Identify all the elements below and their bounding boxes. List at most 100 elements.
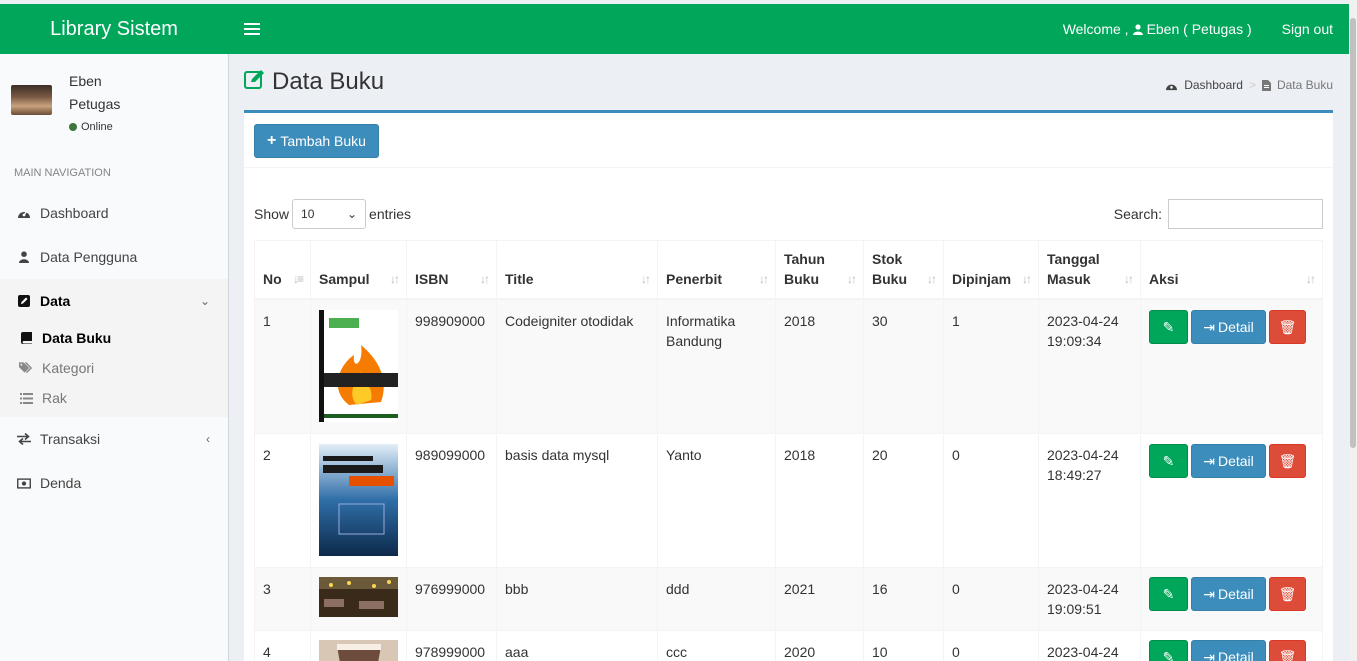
- cell-no: 1: [254, 298, 311, 434]
- page-scrollbar[interactable]: [1349, 0, 1357, 661]
- col-dipinjam[interactable]: Dipinjam ↓↑: [943, 240, 1039, 300]
- sort-icon: ↓↑: [927, 272, 937, 286]
- col-sampul[interactable]: Sampul ↓↑: [310, 240, 407, 300]
- add-book-button[interactable]: + Tambah Buku: [254, 124, 379, 158]
- delete-button[interactable]: 🗑: [1269, 310, 1306, 344]
- detail-button[interactable]: ⇥ Detail: [1191, 310, 1266, 344]
- sidebar-item-denda[interactable]: Denda: [0, 461, 228, 505]
- breadcrumb-separator: >: [1248, 78, 1256, 92]
- content-wrapper: Data Buku Dashboard > Data Buku + Tambah…: [229, 54, 1349, 661]
- cell-dipinjam: 0: [943, 630, 1039, 661]
- edit-button[interactable]: ✎: [1149, 444, 1188, 478]
- sort-icon: ↓↑: [1022, 272, 1032, 286]
- sort-icon: ↓↑: [390, 272, 400, 286]
- book-cover-image: [319, 310, 398, 422]
- sidebar-item-label: Data Pengguna: [40, 249, 138, 265]
- table-header-row: No ↓≡ Sampul ↓↑ ISBN ↓↑ Title ↓↑ Penerbit ↓↑ …: [254, 240, 1323, 300]
- col-aksi[interactable]: Aksi ↓↑: [1140, 240, 1323, 300]
- cell-no: 3: [254, 567, 311, 631]
- edit-icon: [17, 294, 31, 308]
- col-tahun-buku[interactable]: Tahun Buku ↓↑: [775, 240, 864, 300]
- sidebar-item-kategori[interactable]: Kategori: [0, 353, 228, 383]
- sidebar-item-data-buku[interactable]: Data Buku: [0, 323, 228, 353]
- sidebar-item-rak[interactable]: Rak: [0, 383, 228, 413]
- sort-icon: ↓↑: [1306, 272, 1316, 286]
- col-tanggal-masuk[interactable]: Tanggal Masuk ↓↑: [1038, 240, 1141, 300]
- sidebar-item-label: Data: [40, 293, 71, 309]
- book-icon: [19, 332, 33, 344]
- delete-button[interactable]: 🗑: [1269, 640, 1306, 661]
- app-logo[interactable]: Library Sistem: [0, 18, 228, 41]
- cell-title: aaa: [496, 630, 658, 661]
- user-menu[interactable]: Welcome , Eben ( Petugas ): [1063, 21, 1252, 37]
- edit-icon: [244, 69, 266, 95]
- sidebar-item-dashboard[interactable]: Dashboard: [0, 191, 228, 235]
- entries-select[interactable]: 10 ⌄: [292, 199, 367, 229]
- cell-sampul: [310, 433, 407, 568]
- edit-icon: ✎: [1162, 319, 1175, 335]
- trash-icon: 🗑: [1278, 453, 1297, 469]
- col-title[interactable]: Title ↓↑: [496, 240, 658, 300]
- detail-button[interactable]: ⇥ Detail: [1191, 640, 1266, 661]
- sort-icon: ↓↑: [641, 272, 651, 286]
- cell-no: 4: [254, 630, 311, 661]
- book-cover-image: [319, 444, 398, 556]
- sign-out-link[interactable]: Sign out: [1282, 21, 1333, 37]
- cell-tanggal: 2023-04-24 19:09:34: [1038, 298, 1141, 434]
- edit-button[interactable]: ✎: [1149, 640, 1188, 661]
- sidebar-subitem-label: Rak: [42, 390, 67, 406]
- add-book-label: Tambah Buku: [280, 133, 366, 149]
- money-icon: [17, 476, 31, 490]
- online-dot-icon: [69, 123, 77, 131]
- col-stok-buku[interactable]: Stok Buku ↓↑: [863, 240, 944, 300]
- page-title-text: Data Buku: [272, 68, 385, 95]
- sidebar-toggle-icon[interactable]: [244, 23, 260, 35]
- edit-button[interactable]: ✎: [1149, 577, 1188, 611]
- cell-isbn: 989099000: [406, 433, 497, 568]
- delete-button[interactable]: 🗑: [1269, 577, 1306, 611]
- entries-label: entries: [369, 206, 412, 222]
- cell-title: basis data mysql: [496, 433, 658, 568]
- table-row: 1 998909000 Codeigniter otodidak Informa…: [254, 298, 1323, 434]
- sign-in-icon: ⇥: [1203, 319, 1215, 335]
- table-row: 3 976999000 bbb ddd 2021 16 0 2023-04-24…: [254, 567, 1323, 631]
- cell-tahun: 2020: [775, 630, 864, 661]
- detail-button[interactable]: ⇥ Detail: [1191, 444, 1266, 478]
- scrollbar-thumb[interactable]: [1350, 18, 1356, 448]
- cell-penerbit: ddd: [657, 567, 776, 631]
- sidebar-item-label: Transaksi: [40, 431, 101, 447]
- cell-aksi: ✎ ⇥ Detail 🗑: [1140, 298, 1323, 434]
- user-role: Petugas: [69, 96, 121, 112]
- sidebar-menu: Dashboard Data Pengguna Data ⌄ Data Buku: [0, 191, 228, 505]
- cell-aksi: ✎ ⇥ Detail 🗑: [1140, 630, 1323, 661]
- tags-icon: [19, 362, 33, 374]
- dashboard-icon: [1166, 84, 1178, 90]
- sidebar-item-transaksi[interactable]: Transaksi ‹: [0, 417, 228, 461]
- sidebar-item-data-pengguna[interactable]: Data Pengguna: [0, 235, 228, 279]
- breadcrumb-dashboard[interactable]: Dashboard: [1184, 78, 1243, 92]
- table-row: 2 989099000 basis data mysql Yanto 2018 …: [254, 433, 1323, 568]
- nav-header: MAIN NAVIGATION: [14, 167, 111, 179]
- edit-button[interactable]: ✎: [1149, 310, 1188, 344]
- sign-in-icon: ⇥: [1203, 586, 1215, 602]
- user-icon: [1132, 23, 1143, 35]
- col-no[interactable]: No ↓≡: [254, 240, 311, 300]
- delete-button[interactable]: 🗑: [1269, 444, 1306, 478]
- cell-penerbit: ccc: [657, 630, 776, 661]
- cell-tahun: 2018: [775, 298, 864, 434]
- sidebar-item-data[interactable]: Data ⌄: [0, 279, 228, 323]
- table-row: 4 978999000 aaa ccc 2020 10 0 2023-04-24…: [254, 630, 1323, 661]
- trash-icon: 🗑: [1278, 319, 1297, 335]
- detail-button[interactable]: ⇥ Detail: [1191, 577, 1266, 611]
- col-isbn[interactable]: ISBN ↓↑: [406, 240, 497, 300]
- sort-icon: ↓↑: [480, 272, 490, 286]
- sidebar-item-label: Denda: [40, 475, 82, 491]
- col-penerbit[interactable]: Penerbit ↓↑: [657, 240, 776, 300]
- cell-stok: 30: [863, 298, 944, 434]
- sidebar: Eben Petugas Online MAIN NAVIGATION Dash…: [0, 54, 229, 661]
- show-label: Show: [254, 206, 290, 222]
- plus-icon: +: [267, 132, 277, 149]
- search-input[interactable]: [1168, 199, 1323, 229]
- cell-title: Codeigniter otodidak: [496, 298, 658, 434]
- data-submenu: Data Buku Kategori Rak: [0, 323, 228, 417]
